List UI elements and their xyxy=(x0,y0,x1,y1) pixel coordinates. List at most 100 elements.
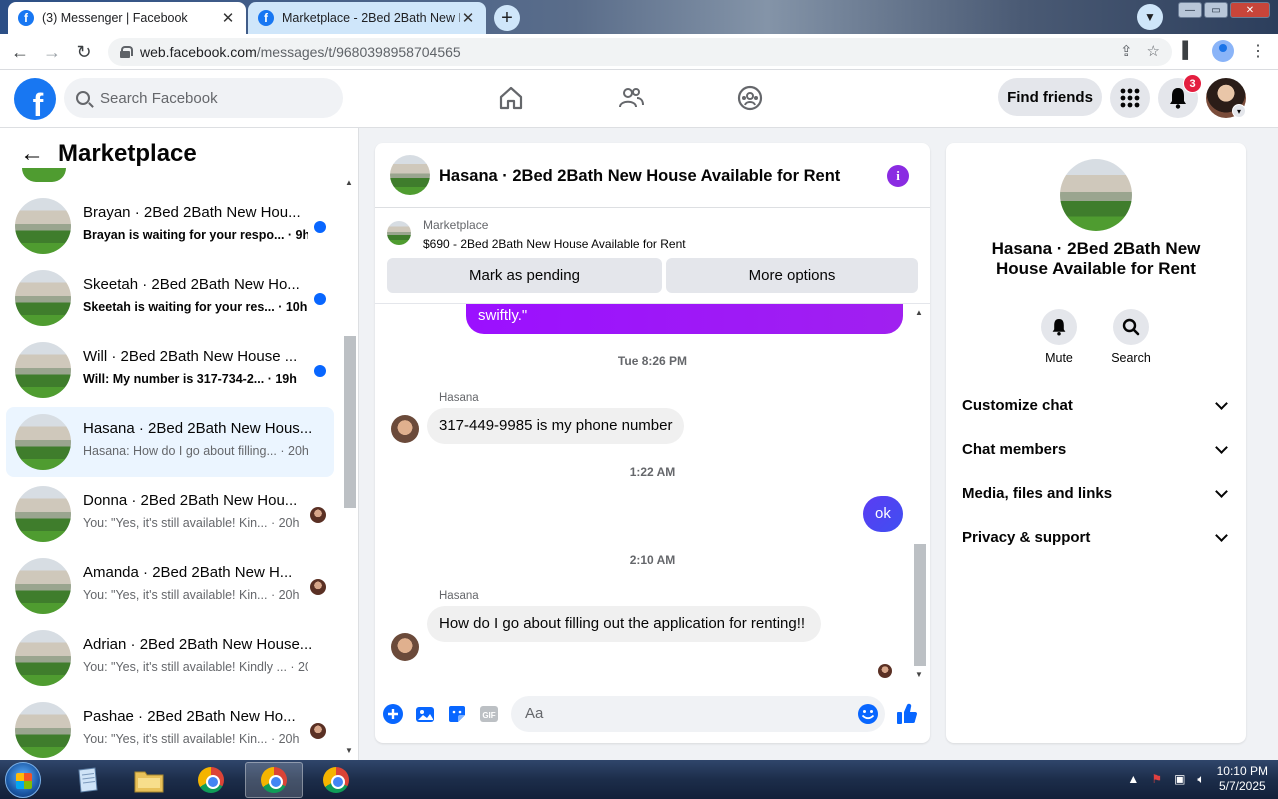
chrome-app-icon-active[interactable] xyxy=(245,762,303,798)
section-label: Customize chat xyxy=(962,396,1073,414)
scrollbar[interactable]: ▲ ▼ xyxy=(912,304,928,684)
list-item[interactable]: Pashae · 2Bed 2Bath New Ho... You: "Yes,… xyxy=(6,695,334,760)
bookmark-star-icon[interactable]: ☆ xyxy=(1147,42,1160,60)
chat-info-name: Hasana · 2Bed 2Bath New House Available … xyxy=(991,239,1201,278)
scroll-up-icon[interactable]: ▲ xyxy=(345,178,353,187)
list-item[interactable]: Will · 2Bed 2Bath New House ... Will: My… xyxy=(6,335,334,405)
chat-avatar[interactable] xyxy=(390,155,430,195)
side-panel-icon[interactable]: ▌ xyxy=(1178,42,1198,60)
find-friends-button[interactable]: Find friends xyxy=(998,78,1102,116)
conversation-list-panel: ← Marketplace Brayan · 2Bed 2Bath New Ho… xyxy=(0,128,359,760)
list-item[interactable]: Amanda · 2Bed 2Bath New H... You: "Yes, … xyxy=(6,551,334,621)
start-button[interactable] xyxy=(5,762,41,798)
clock[interactable]: 10:10 PM 5/7/2025 xyxy=(1217,764,1268,794)
list-item[interactable]: Brayan · 2Bed 2Bath New Hou... Brayan is… xyxy=(6,191,334,261)
new-tab-button[interactable]: + xyxy=(494,5,520,31)
scroll-down-icon[interactable]: ▼ xyxy=(915,670,923,679)
conversation-snippet: Will: My number is 317-734-2... · 19h xyxy=(83,372,297,386)
timestamp: Tue 8:26 PM xyxy=(617,354,688,368)
plus-icon[interactable] xyxy=(382,703,404,725)
scroll-down-icon[interactable]: ▼ xyxy=(345,746,353,755)
mark-as-pending-button[interactable]: Mark as pending xyxy=(387,258,662,293)
seen-avatar xyxy=(878,664,892,678)
minimize-button[interactable]: — xyxy=(1178,2,1202,18)
mute-button[interactable]: Mute xyxy=(1029,309,1089,365)
clock-date: 5/7/2025 xyxy=(1218,779,1266,793)
section-label: Media, files and links xyxy=(962,484,1113,502)
chrome-app-icon[interactable] xyxy=(182,762,240,798)
like-thumb-icon[interactable] xyxy=(896,703,918,725)
search-input[interactable]: Search Facebook xyxy=(64,78,343,118)
emoji-icon[interactable] xyxy=(857,703,879,725)
network-icon[interactable]: ▣ xyxy=(1174,772,1185,786)
tab-marketplace[interactable]: f Marketplace - 2Bed 2Bath New H ✕ xyxy=(248,2,486,34)
close-window-button[interactable]: ✕ xyxy=(1230,2,1270,18)
sender-name: Hasana xyxy=(439,590,479,602)
tab-messenger[interactable]: f (3) Messenger | Facebook ✕ xyxy=(8,2,246,34)
customize-chat-row[interactable]: Customize chat xyxy=(962,383,1232,427)
scrollbar-thumb[interactable] xyxy=(344,336,356,508)
sticker-icon[interactable] xyxy=(446,703,468,725)
chat-title[interactable]: Hasana · 2Bed 2Bath New House Available … xyxy=(439,167,840,186)
privacy-support-row[interactable]: Privacy & support xyxy=(962,515,1232,559)
close-tab-icon[interactable]: ✕ xyxy=(460,9,476,27)
list-item[interactable]: Skeetah · 2Bed 2Bath New Ho... Skeetah i… xyxy=(6,263,334,333)
scroll-up-icon[interactable]: ▲ xyxy=(915,308,923,317)
forward-arrow-icon[interactable]: → xyxy=(40,40,64,64)
conversation-name: Skeetah · 2Bed 2Bath New Ho... xyxy=(83,276,300,293)
scrollbar[interactable]: ▲ ▼ xyxy=(342,176,356,760)
listing-thumbnail[interactable] xyxy=(387,221,411,245)
url-path: /messages/t/9680398958704565 xyxy=(256,44,461,60)
listing-title[interactable]: $690 - 2Bed 2Bath New House Available fo… xyxy=(423,237,686,251)
chrome-profile-app-icon[interactable] xyxy=(307,762,365,798)
search-in-chat-button[interactable]: Search xyxy=(1101,309,1161,365)
action-center-flag-icon[interactable]: ⚑ xyxy=(1151,772,1162,786)
friends-icon[interactable] xyxy=(617,84,645,112)
search-label: Search xyxy=(1111,351,1151,365)
message-input[interactable]: Aa xyxy=(511,696,885,732)
listing-thumbnail xyxy=(15,486,71,542)
list-item[interactable]: Hasana · 2Bed 2Bath New Hous... Hasana: … xyxy=(6,407,334,477)
conversation-name: Will · 2Bed 2Bath New House ... xyxy=(83,348,298,365)
close-tab-icon[interactable]: ✕ xyxy=(220,9,236,27)
tab-title: (3) Messenger | Facebook xyxy=(42,11,188,25)
volume-icon[interactable]: 🔈︎ xyxy=(1197,772,1204,787)
share-icon[interactable]: ⇪ xyxy=(1120,42,1133,60)
windows-taskbar: ▲ ⚑ ▣ 🔈︎ 10:10 PM 5/7/2025 xyxy=(0,760,1278,799)
chat-members-row[interactable]: Chat members xyxy=(962,427,1232,471)
chevron-down-icon[interactable]: ▾ xyxy=(1232,104,1246,118)
media-files-links-row[interactable]: Media, files and links xyxy=(962,471,1232,515)
scrollbar-thumb[interactable] xyxy=(914,544,926,666)
groups-icon[interactable] xyxy=(736,84,764,112)
back-arrow-icon[interactable]: ← xyxy=(20,140,44,168)
info-icon[interactable]: i xyxy=(887,165,909,187)
menu-grid-icon[interactable] xyxy=(1110,78,1150,118)
tray-expand-icon[interactable]: ▲ xyxy=(1127,772,1139,786)
sender-avatar[interactable] xyxy=(391,633,419,661)
sender-avatar[interactable] xyxy=(391,415,419,443)
back-arrow-icon[interactable]: ← xyxy=(8,40,32,64)
photo-icon[interactable] xyxy=(414,703,436,725)
tab-search-button[interactable]: ▼ xyxy=(1137,4,1163,30)
gif-icon[interactable]: GIF xyxy=(478,703,500,725)
chat-info-avatar[interactable] xyxy=(1060,159,1132,231)
kebab-menu-icon[interactable]: ⋮ xyxy=(1248,41,1268,61)
profile-icon[interactable] xyxy=(1212,40,1234,62)
file-explorer-icon[interactable] xyxy=(120,762,178,798)
address-bar[interactable]: web.facebook.com/messages/t/968039895870… xyxy=(108,38,1172,66)
notepad-app-icon[interactable] xyxy=(58,762,116,798)
maximize-button[interactable]: ▭ xyxy=(1204,2,1228,18)
search-placeholder: Search Facebook xyxy=(100,89,218,107)
section-label: Privacy & support xyxy=(962,528,1091,546)
incoming-message: How do I go about filling out the applic… xyxy=(427,606,821,642)
list-item[interactable]: Donna · 2Bed 2Bath New Hou... You: "Yes,… xyxy=(6,479,334,549)
unread-dot xyxy=(314,221,326,233)
facebook-logo[interactable]: f xyxy=(14,78,56,120)
home-icon[interactable] xyxy=(497,84,525,112)
section-label: Chat members xyxy=(962,440,1067,458)
reload-icon[interactable]: ↻ xyxy=(72,40,96,64)
list-item[interactable]: Adrian · 2Bed 2Bath New House... You: "Y… xyxy=(6,623,334,693)
message-composer: GIF Aa xyxy=(375,693,930,735)
outgoing-message: ok xyxy=(863,496,903,532)
more-options-button[interactable]: More options xyxy=(666,258,918,293)
